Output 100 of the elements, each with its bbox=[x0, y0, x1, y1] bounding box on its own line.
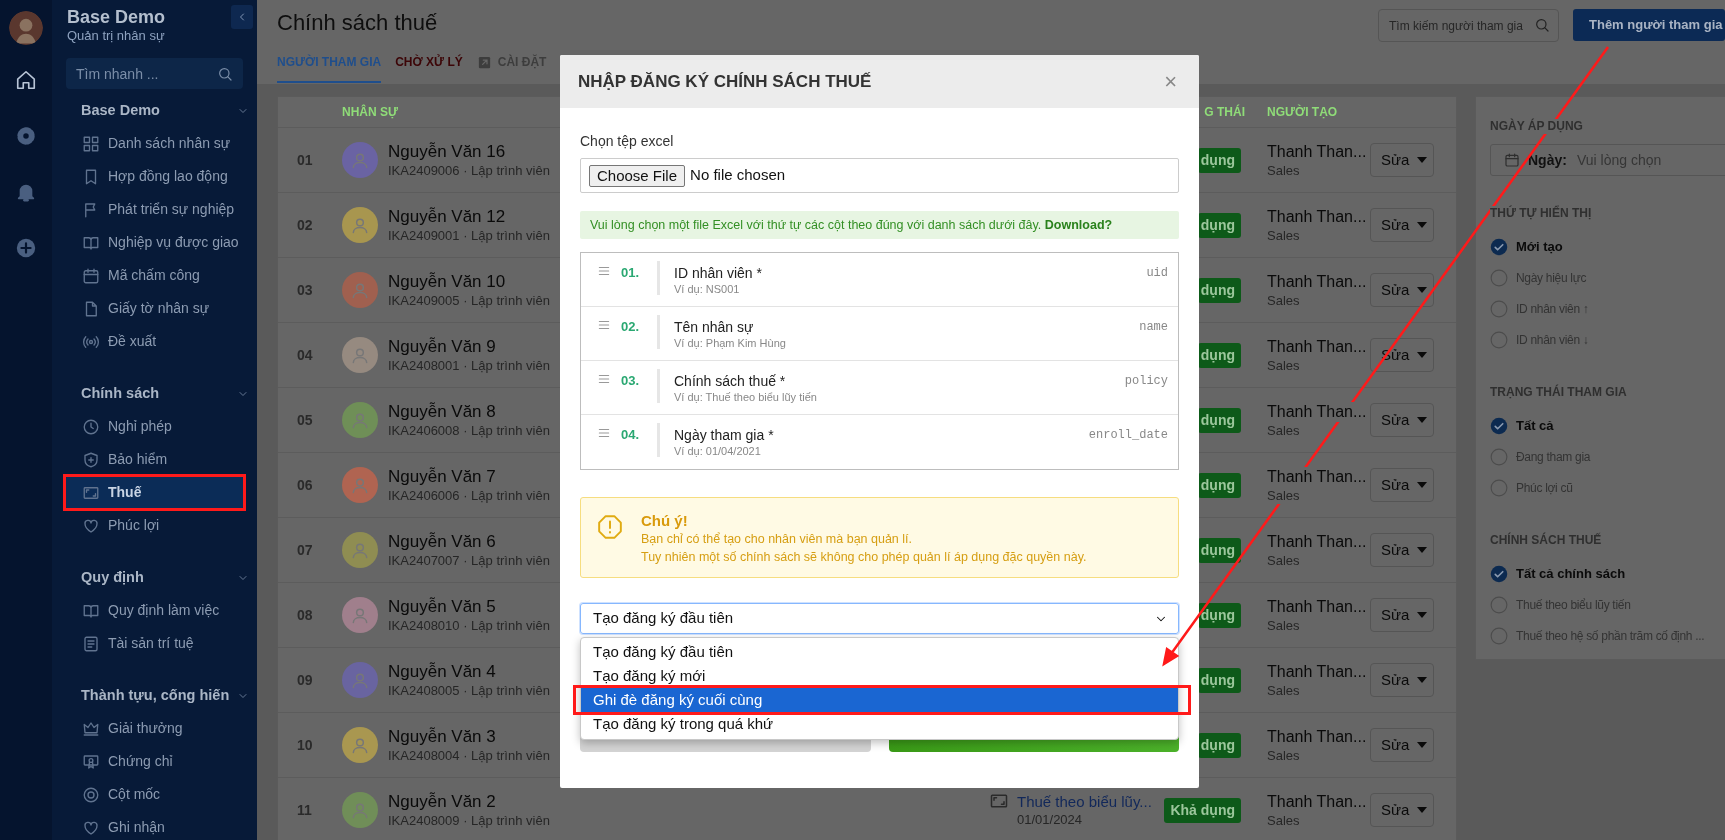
radio-option[interactable]: Tất cả chính sách bbox=[1490, 558, 1718, 589]
person-details: IKA2408005 · Lập trình viên bbox=[388, 682, 550, 699]
column-example: Ví dụ: Thuế theo biểu lũy tiến bbox=[674, 390, 817, 405]
sidebar-item[interactable]: Ghi nhận bbox=[66, 811, 243, 840]
column-header: G THÁI bbox=[1204, 105, 1245, 119]
column-key: policy bbox=[1124, 372, 1168, 390]
edit-button[interactable]: Sửa bbox=[1370, 533, 1434, 567]
search-icon bbox=[217, 66, 233, 82]
column-example: Ví dụ: Phạm Kim Hùng bbox=[674, 336, 786, 351]
sidebar-item[interactable]: Giấy tờ nhân sự bbox=[66, 292, 243, 325]
download-link[interactable]: Download? bbox=[1044, 218, 1113, 232]
edit-button[interactable]: Sửa bbox=[1370, 468, 1434, 502]
caret-icon bbox=[1417, 352, 1428, 358]
group-header[interactable]: Thành tựu, cống hiến bbox=[66, 680, 249, 712]
search-field[interactable]: Tìm kiếm người tham gia bbox=[1378, 9, 1559, 42]
person-details: IKA2406006 · Lập trình viên bbox=[388, 487, 550, 504]
edit-button[interactable]: Sửa bbox=[1370, 143, 1434, 177]
home-icon[interactable] bbox=[15, 69, 37, 91]
add-button[interactable]: Thêm người tham gia bbox=[1573, 9, 1725, 41]
person-details: IKA2409006 · Lập trình viên bbox=[388, 162, 550, 179]
edit-button[interactable]: Sửa bbox=[1370, 793, 1434, 827]
settings-icon[interactable] bbox=[15, 125, 37, 147]
person-details: IKA2408004 · Lập trình viên bbox=[388, 747, 550, 764]
notice-text: Tuy nhiên một số chính sách sẽ không cho phép quản lí áp dụng đặc quyền này. bbox=[641, 549, 1087, 566]
drag-handle-icon bbox=[597, 318, 611, 332]
edit-button[interactable]: Sửa bbox=[1370, 273, 1434, 307]
group-header[interactable]: Quy định bbox=[66, 562, 249, 594]
caret-icon bbox=[1417, 157, 1428, 163]
person-details: IKA2409005 · Lập trình viên bbox=[388, 292, 550, 309]
row-number: 11 bbox=[297, 801, 312, 818]
file-field[interactable]: Choose File No file chosen bbox=[580, 158, 1179, 193]
person-name: Nguyễn Văn 16 bbox=[388, 141, 507, 162]
status-badge: Khả dụng bbox=[1164, 797, 1241, 823]
caret-icon bbox=[1417, 417, 1428, 423]
row-number: 07 bbox=[297, 541, 313, 558]
row-number: 02 bbox=[297, 216, 313, 233]
status-badge: dụng bbox=[1197, 667, 1241, 693]
caret-icon bbox=[1417, 677, 1428, 683]
status-badge: dụng bbox=[1197, 342, 1241, 368]
sidebar-item[interactable]: Danh sách nhân sự bbox=[66, 127, 243, 160]
person-details: IKA2408001 · Lập trình viên bbox=[388, 357, 550, 374]
sidebar-item[interactable]: Cột mốc bbox=[66, 778, 243, 811]
add-icon[interactable] bbox=[15, 237, 37, 259]
sidebar-item[interactable]: Giải thưởng bbox=[66, 712, 243, 745]
caret-icon bbox=[1417, 742, 1428, 748]
avatar[interactable] bbox=[9, 11, 43, 45]
sidebar-item[interactable]: Nghỉ phép bbox=[66, 410, 243, 443]
dropdown-option[interactable]: Tạo đăng ký mới bbox=[581, 664, 1178, 688]
sidebar-item[interactable]: Mã chấm công bbox=[66, 259, 243, 292]
status-badge: dụng bbox=[1197, 472, 1241, 498]
dropdown-option[interactable]: Tạo đăng ký trong quá khứ bbox=[581, 712, 1178, 736]
modal-title: NHẬP ĐĂNG KÝ CHÍNH SÁCH THUẾ bbox=[578, 70, 872, 93]
clock-icon bbox=[82, 417, 100, 436]
drag-handle-icon bbox=[597, 372, 611, 386]
person-name: Nguyễn Văn 7 bbox=[388, 466, 497, 487]
calendar-icon bbox=[1504, 152, 1520, 168]
dropdown-option[interactable]: Ghi đè đăng ký cuối cùng bbox=[581, 688, 1178, 712]
group-header[interactable]: Base Demo bbox=[66, 95, 249, 127]
certificate-icon bbox=[82, 752, 100, 771]
search-field[interactable]: Tìm nhanh ... bbox=[66, 58, 243, 89]
group-header[interactable]: Chính sách bbox=[66, 378, 249, 410]
person-details: IKA2408010 · Lập trình viên bbox=[388, 617, 550, 634]
status-badge: dụng bbox=[1197, 407, 1241, 433]
edit-button[interactable]: Sửa bbox=[1370, 403, 1434, 437]
app-name: Base Demo bbox=[66, 6, 166, 28]
sidebar-item[interactable]: Hợp đồng lao động bbox=[66, 160, 243, 193]
column-number: 02. bbox=[621, 318, 641, 336]
caret-icon bbox=[1417, 482, 1428, 488]
collapse-button[interactable] bbox=[231, 5, 253, 29]
sidebar-item[interactable]: Đề xuất bbox=[66, 325, 243, 358]
dropdown-option[interactable]: Tạo đăng ký đầu tiên bbox=[581, 640, 1178, 664]
field-label: Ngày: bbox=[1528, 151, 1567, 169]
sidebar-item[interactable]: Phát triển sự nghiệp bbox=[66, 193, 243, 226]
column-title: Ngày tham gia * bbox=[674, 426, 774, 444]
radio-option[interactable]: Mới tạo bbox=[1490, 231, 1718, 262]
drag-handle-icon bbox=[597, 426, 611, 440]
edit-button[interactable]: Sửa bbox=[1370, 598, 1434, 632]
edit-button[interactable]: Sửa bbox=[1370, 728, 1434, 762]
edit-button[interactable]: Sửa bbox=[1370, 663, 1434, 697]
search-icon bbox=[1534, 17, 1550, 33]
creator-name: Thanh Than... bbox=[1267, 466, 1367, 487]
choose-file-button[interactable]: Choose File bbox=[589, 164, 686, 187]
policy-date: 01/01/2024 bbox=[1017, 811, 1084, 828]
column-key: name bbox=[1139, 318, 1168, 336]
person-name: Nguyễn Văn 4 bbox=[388, 661, 497, 682]
edit-button[interactable]: Sửa bbox=[1370, 208, 1434, 242]
row-number: 05 bbox=[297, 411, 313, 428]
select-field[interactable]: Tạo đăng ký đầu tiên bbox=[580, 603, 1179, 634]
caret-icon bbox=[1417, 222, 1428, 228]
sidebar-item[interactable]: Phúc lợi bbox=[66, 509, 243, 542]
caret-icon bbox=[1417, 807, 1428, 813]
sidebar-item[interactable]: Tài sản trí tuệ bbox=[66, 627, 243, 660]
sidebar-item[interactable]: Chứng chỉ bbox=[66, 745, 243, 778]
row-number: 10 bbox=[297, 736, 313, 753]
sidebar-item[interactable]: Bảo hiểm bbox=[66, 443, 243, 476]
sidebar-item[interactable]: Quy định làm việc bbox=[66, 594, 243, 627]
radio-option[interactable]: Tất cả bbox=[1490, 410, 1718, 441]
frame-icon bbox=[989, 791, 1009, 811]
sidebar-item[interactable]: Nghiệp vụ được giao bbox=[66, 226, 243, 259]
person-name: Nguyễn Văn 8 bbox=[388, 401, 497, 422]
